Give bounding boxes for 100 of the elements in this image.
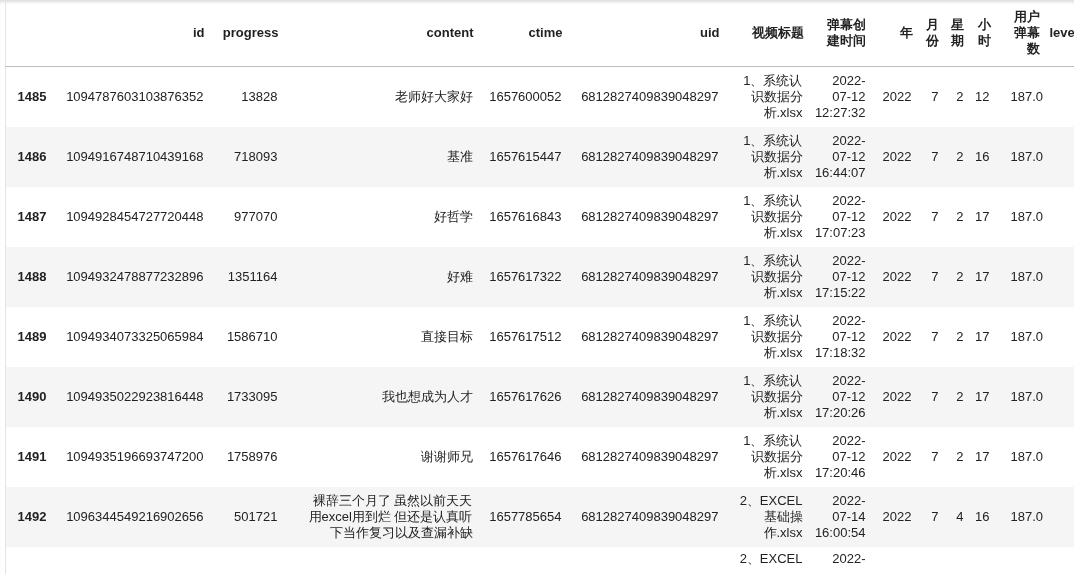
table-cell: 187.0	[996, 246, 1046, 307]
table-cell: 1657617512	[479, 306, 569, 367]
table-cell: 7	[918, 126, 944, 187]
table-cell: 直接目标	[284, 306, 480, 367]
table-cell: 1657600052	[479, 66, 569, 127]
row-index: 1486	[5, 126, 53, 187]
table-cell: 2、EXCEL	[739, 550, 803, 566]
row-index: 1491	[5, 426, 53, 487]
table-cell: 1586710	[210, 306, 285, 367]
table-cell: 2022	[873, 366, 919, 427]
table-cell: 1、系统认识数据分析.xlsx	[725, 126, 810, 187]
table-cell: 718093	[210, 126, 285, 187]
table-cell: 2022	[873, 126, 919, 187]
table-cell: 1、系统认识数据分析.xlsx	[725, 306, 810, 367]
table-cell: 17	[968, 186, 997, 247]
table-cell: 187.0	[996, 366, 1046, 427]
table-cell: 16	[968, 486, 997, 547]
table-cell: 1、系统认识数据分析.xlsx	[725, 246, 810, 307]
table-cell: 187.0	[996, 306, 1046, 367]
table-cell: 2022	[873, 306, 919, 367]
table-cell: 977070	[210, 186, 285, 247]
row-index: 1485	[5, 66, 53, 127]
table-cell: 2022-07-12 17:18:32	[809, 306, 874, 367]
table-cell: 7	[918, 366, 944, 427]
table-cell: 2022-07-12 17:07:23	[809, 186, 874, 247]
table-cell: 1657617646	[479, 426, 569, 487]
table-cell: 7	[918, 186, 944, 247]
table-cell: 17	[968, 306, 997, 367]
table-cell: 裸辞三个月了 虽然以前天天用excel用到烂 但还是认真听下当作复习以及查漏补缺	[284, 486, 480, 547]
table-cell: 2022	[873, 486, 919, 547]
table-cell: 187.0	[996, 486, 1046, 547]
table-cell: 2022-	[832, 550, 866, 566]
table-cell: 7	[918, 486, 944, 547]
table-cell: 6812827409839048297	[568, 426, 726, 487]
table-cell: 1733095	[210, 366, 285, 427]
table-cell: 6812827409839048297	[568, 486, 726, 547]
table-cell: 1、系统认识数据分析.xlsx	[725, 186, 810, 247]
column-header: leve	[1045, 0, 1074, 67]
column-header: id	[52, 0, 211, 67]
table-cell: 1657785654	[479, 486, 569, 547]
table-cell: 2022-07-12 17:15:22	[809, 246, 874, 307]
table-cell: 2	[943, 126, 969, 187]
table-cell: 17	[968, 426, 997, 487]
table-cell: 17	[968, 246, 997, 307]
table-cell: 6812827409839048297	[568, 66, 726, 127]
row-index: 1490	[5, 366, 53, 427]
table-cell: 1094934073325065984	[52, 306, 211, 367]
row-index: 1488	[5, 246, 53, 307]
table-cell: 2022	[873, 426, 919, 487]
column-header: 星期	[943, 0, 969, 67]
column-header: progress	[210, 0, 285, 67]
table-cell: 2022	[873, 186, 919, 247]
table-cell: 7	[918, 306, 944, 367]
table-cell: 2022-07-12 12:27:32	[809, 66, 874, 127]
table-cell: 17	[968, 366, 997, 427]
table-cell: 2	[943, 186, 969, 247]
table-cell: 2022	[873, 66, 919, 127]
table-cell: 2022-07-12 17:20:46	[809, 426, 874, 487]
table-cell: 基准	[284, 126, 480, 187]
table-cell: 1、系统认识数据分析.xlsx	[725, 366, 810, 427]
table-cell: 1351164	[210, 246, 285, 307]
table-cell: 6812827409839048297	[568, 126, 726, 187]
column-header: content	[284, 0, 480, 67]
table-cell: 4	[943, 486, 969, 547]
table-cell: 6812827409839048297	[568, 246, 726, 307]
column-header: uid	[568, 0, 726, 67]
table-cell: 187.0	[996, 426, 1046, 487]
table-cell: 7	[918, 66, 944, 127]
table-cell: 16	[968, 126, 997, 187]
table-cell: 1096344549216902656	[52, 486, 211, 547]
column-header: 弹幕创建时间	[809, 0, 874, 67]
table-cell: 2022-07-14 16:00:54	[809, 486, 874, 547]
table-cell: 2	[943, 426, 969, 487]
table-cell: 1、系统认识数据分析.xlsx	[725, 66, 810, 127]
column-header: 小时	[968, 0, 997, 67]
table-cell: 1094932478877232896	[52, 246, 211, 307]
table-cell: 1094787603103876352	[52, 66, 211, 127]
table-cell: 13828	[210, 66, 285, 127]
table-cell: 2	[943, 246, 969, 307]
table-cell: 501721	[210, 486, 285, 547]
table-cell: 2022-07-12 17:20:26	[809, 366, 874, 427]
table-cell: 2、EXCEL基础操作.xlsx	[725, 486, 810, 547]
row-index: 1492	[5, 486, 53, 547]
column-header: ctime	[479, 0, 569, 67]
table-cell: 6812827409839048297	[568, 366, 726, 427]
table-cell: 1094935022923816448	[52, 366, 211, 427]
table-cell: 1657615447	[479, 126, 569, 187]
table-cell: 2	[943, 366, 969, 427]
table-cell: 好哲学	[284, 186, 480, 247]
table-cell: 187.0	[996, 126, 1046, 187]
table-cell: 好难	[284, 246, 480, 307]
column-header: 月份	[918, 0, 944, 67]
table-cell: 2	[943, 66, 969, 127]
table-cell: 7	[918, 246, 944, 307]
table-cell: 1094928454727720448	[52, 186, 211, 247]
table-cell: 1、系统认识数据分析.xlsx	[725, 426, 810, 487]
column-header: 视频标题	[725, 0, 810, 67]
row-index: 1487	[5, 186, 53, 247]
table-cell: 1657617626	[479, 366, 569, 427]
column-header: 年	[873, 0, 919, 67]
